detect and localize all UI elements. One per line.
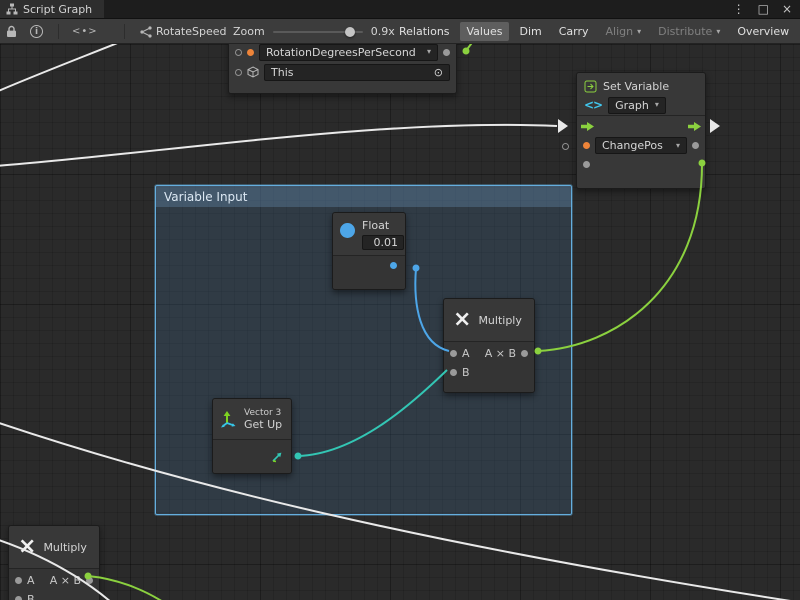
input-port[interactable] bbox=[235, 49, 242, 56]
code-icon: <•> bbox=[72, 26, 98, 37]
toolbar-button-carry[interactable]: Carry bbox=[552, 22, 596, 41]
value-wire-green bbox=[88, 576, 172, 600]
input-port-b[interactable] bbox=[15, 596, 22, 600]
variable-port[interactable] bbox=[247, 49, 254, 56]
zoom-slider[interactable] bbox=[273, 25, 363, 39]
variable-scope-dropdown[interactable]: Graph ▾ bbox=[608, 97, 666, 114]
node-title: Multiply bbox=[43, 541, 86, 554]
node-multiply-2[interactable]: × Multiply A A × B B bbox=[8, 525, 100, 600]
multiply-icon: × bbox=[453, 309, 471, 331]
vector3-icon bbox=[220, 410, 238, 428]
node-title: Multiply bbox=[478, 314, 521, 327]
graph-asset-icon bbox=[140, 26, 152, 38]
caret-down-icon: ▾ bbox=[427, 48, 431, 56]
toolbar-buttons: Relations Values Dim Carry Align▾ Distri… bbox=[392, 22, 800, 41]
float-value-input[interactable]: 0.01 bbox=[362, 235, 404, 250]
output-port[interactable] bbox=[521, 350, 528, 357]
info-icon: i bbox=[30, 25, 43, 38]
flow-wire bbox=[0, 125, 557, 166]
node-multiply[interactable]: × Multiply A A × B B bbox=[443, 298, 535, 393]
variable-name-dropdown[interactable]: ChangePos ▾ bbox=[595, 137, 687, 154]
group-header[interactable]: Variable Input bbox=[156, 186, 571, 207]
unconnected-port[interactable] bbox=[562, 143, 569, 150]
vector-output-port[interactable] bbox=[271, 451, 283, 463]
code-view-toggle[interactable]: <•> bbox=[72, 19, 98, 44]
window-title: Script Graph bbox=[23, 3, 92, 16]
input-port-a[interactable] bbox=[450, 350, 457, 357]
node-set-variable[interactable]: Set Variable <> Graph ▾ ChangePos ▾ bbox=[576, 72, 706, 189]
window-titlebar: Script Graph ⋮ □ × bbox=[0, 0, 800, 19]
toolbar-separator bbox=[124, 24, 125, 39]
graph-canvas[interactable]: Variable Input RotationDegreesPerSecond … bbox=[0, 44, 800, 600]
group-title: Variable Input bbox=[164, 190, 247, 204]
graph-toolbar: i <•> RotateSpeed Zoom 0.9x Relations Va… bbox=[0, 19, 800, 44]
toolbar-button-overview[interactable]: Overview bbox=[730, 22, 796, 41]
angle-brackets-icon: <> bbox=[584, 98, 602, 112]
graph-name: RotateSpeed bbox=[156, 25, 227, 38]
flow-wire bbox=[0, 44, 120, 92]
lock-icon bbox=[6, 25, 17, 38]
flow-out-port[interactable] bbox=[688, 122, 701, 131]
zoom-label: Zoom bbox=[233, 25, 265, 38]
node-title: Float bbox=[362, 219, 404, 232]
output-port[interactable] bbox=[692, 142, 699, 149]
toolbar-button-relations[interactable]: Relations bbox=[392, 22, 457, 41]
output-port[interactable] bbox=[86, 577, 93, 584]
target-field[interactable]: This ⊙ bbox=[264, 64, 450, 81]
value-input-port[interactable] bbox=[583, 161, 590, 168]
input-port[interactable] bbox=[235, 69, 242, 76]
caret-down-icon: ▾ bbox=[676, 142, 680, 150]
flow-in-port[interactable] bbox=[581, 122, 594, 131]
float-type-icon bbox=[340, 223, 355, 238]
output-port[interactable] bbox=[443, 49, 450, 56]
lock-button[interactable] bbox=[6, 19, 17, 44]
multiply-icon: × bbox=[18, 536, 36, 558]
zoom-slider-handle[interactable] bbox=[345, 27, 355, 37]
maximize-icon[interactable]: □ bbox=[758, 2, 769, 16]
caret-down-icon: ▾ bbox=[637, 28, 641, 36]
flow-wire-endpoint bbox=[710, 119, 720, 133]
graph-breadcrumb[interactable]: RotateSpeed bbox=[140, 19, 227, 44]
float-output-port[interactable] bbox=[390, 262, 397, 269]
input-port-a[interactable] bbox=[15, 577, 22, 584]
input-port-b[interactable] bbox=[450, 369, 457, 376]
node-float[interactable]: Float 0.01 bbox=[332, 212, 406, 290]
close-icon[interactable]: × bbox=[782, 2, 792, 16]
toolbar-button-align[interactable]: Align▾ bbox=[599, 22, 649, 41]
set-variable-icon bbox=[584, 80, 597, 93]
caret-down-icon: ▾ bbox=[716, 28, 720, 36]
caret-down-icon: ▾ bbox=[655, 101, 659, 109]
script-graph-icon bbox=[6, 3, 18, 15]
toolbar-button-distribute[interactable]: Distribute▾ bbox=[651, 22, 727, 41]
node-title: Set Variable bbox=[603, 80, 669, 93]
value-wire-green bbox=[466, 44, 479, 51]
menu-icon[interactable]: ⋮ bbox=[733, 2, 745, 16]
toolbar-button-dim[interactable]: Dim bbox=[512, 22, 548, 41]
flow-wire-endpoint bbox=[558, 119, 568, 133]
cube-icon bbox=[247, 66, 259, 78]
variable-port[interactable] bbox=[583, 142, 590, 149]
toolbar-separator bbox=[58, 24, 59, 39]
variable-name-dropdown[interactable]: RotationDegreesPerSecond ▾ bbox=[259, 44, 438, 61]
tab-script-graph[interactable]: Script Graph bbox=[0, 0, 104, 18]
target-picker-icon[interactable]: ⊙ bbox=[434, 66, 443, 79]
toolbar-button-values[interactable]: Values bbox=[460, 22, 510, 41]
info-button[interactable]: i bbox=[30, 19, 43, 44]
node-vector3-get-up[interactable]: Vector 3 Get Up bbox=[212, 398, 292, 474]
node-rotation-variable[interactable]: RotationDegreesPerSecond ▾ This ⊙ bbox=[228, 44, 457, 94]
